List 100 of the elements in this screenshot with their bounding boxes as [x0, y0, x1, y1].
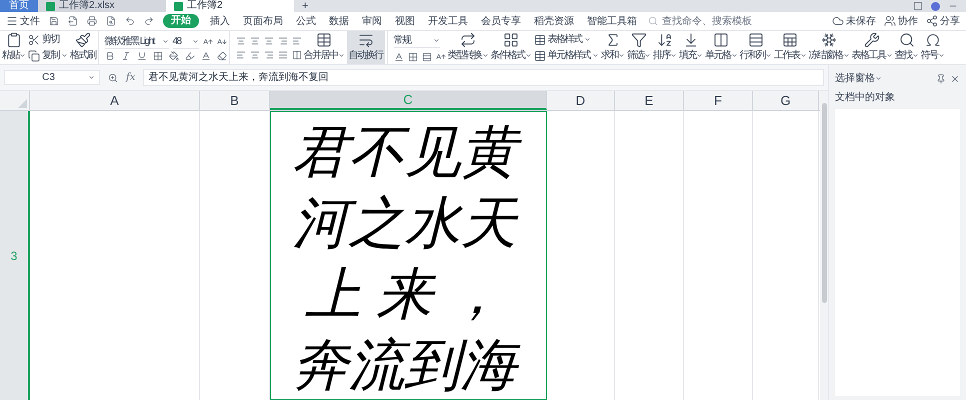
caret-icon [842, 52, 850, 59]
font-size-field[interactable]: 48 [172, 34, 198, 48]
tab-label: 工作簿2 [187, 1, 223, 11]
redo-icon[interactable] [144, 16, 154, 26]
undo-icon[interactable] [125, 16, 135, 26]
menu-tab[interactable]: 数据 [327, 14, 351, 28]
cell-text: 河之水天 [292, 190, 520, 256]
caret-icon [765, 52, 772, 59]
toolbar-button[interactable]: 分享 [926, 14, 960, 28]
menu-tab[interactable]: 插入 [208, 14, 232, 28]
menu-tab[interactable]: 稻壳资源 [532, 14, 576, 28]
close-icon[interactable] [950, 74, 960, 84]
export-icon[interactable] [68, 16, 78, 26]
toolbar-button[interactable]: 未保存 [832, 14, 876, 28]
bold-icon[interactable] [104, 50, 114, 60]
merge-center-button[interactable]: 合并居中 [304, 31, 344, 64]
caret-icon [88, 74, 95, 81]
highlight-icon[interactable] [184, 50, 194, 60]
shrink-font-icon[interactable] [216, 36, 226, 46]
spreadsheet-icon [46, 2, 55, 10]
caret-icon [162, 38, 168, 44]
ribbon-button[interactable]: 符号 [920, 31, 944, 64]
column-header[interactable]: G [753, 91, 819, 110]
align-right-icon[interactable] [264, 50, 274, 60]
column-header[interactable]: D [547, 91, 615, 110]
omega-icon [924, 32, 940, 48]
ribbon-button[interactable]: 查找 [894, 31, 918, 64]
column-header[interactable]: F [684, 91, 753, 110]
ribbon-button[interactable]: 冻结窗格 [808, 31, 850, 64]
zoom-icon[interactable] [108, 72, 118, 82]
ribbon-button[interactable]: 求和 [601, 31, 625, 64]
caret-icon [938, 52, 944, 59]
menu-tab[interactable]: 审阅 [360, 14, 384, 28]
copy-button[interactable]: 复制 [28, 50, 68, 62]
ribbon-button[interactable]: 填充 [679, 31, 703, 64]
italic-icon[interactable] [120, 50, 130, 60]
grow-font-icon[interactable] [202, 36, 212, 46]
underline-icon[interactable] [136, 50, 146, 60]
cut-button[interactable]: 剪切 [28, 34, 68, 46]
document-tab[interactable]: 首页 [0, 0, 38, 12]
share-icon [926, 15, 938, 27]
caret-icon [482, 52, 488, 59]
function-label[interactable]: fx [126, 70, 136, 85]
font-name-field[interactable]: 微软雅黑 Light [104, 34, 168, 48]
ribbon-button[interactable]: 工作表 [774, 31, 806, 64]
ribbon-button[interactable]: 筛选 [627, 31, 651, 64]
justify-icon[interactable] [278, 50, 288, 60]
border-icon[interactable] [152, 50, 162, 60]
ribbon-button[interactable]: 条件格式 [490, 31, 532, 64]
pin-icon[interactable] [936, 74, 946, 84]
column-header[interactable]: A [30, 91, 200, 110]
wrap-text-button[interactable]: 自动换行 [346, 31, 384, 64]
ribbon-button[interactable]: 排序 [653, 31, 677, 64]
caret-icon [618, 52, 625, 59]
ribbon-button[interactable]: 单元格样式 [534, 50, 599, 62]
ribbon-button[interactable]: 表格样式 [534, 34, 599, 46]
format-painter-button[interactable]: 格式刷 [70, 31, 96, 64]
fill-color-icon[interactable] [168, 50, 178, 60]
cell-text: 君不见黄 [288, 116, 528, 187]
document-tab[interactable]: 工作簿2.xlsx [38, 0, 166, 12]
formula-field[interactable]: 君不见黄河之水天上来，奔流到海不复回 [143, 69, 824, 86]
search-field[interactable]: 查找命令、搜索模板 [648, 14, 758, 28]
toolbar-button[interactable]: 协作 [884, 14, 918, 28]
align-center-icon[interactable] [250, 50, 260, 60]
selected-cell[interactable]: 君不见黄 河之水天 上 来 ， 奔流到海 [270, 111, 547, 400]
spreadsheet-icon [174, 2, 183, 10]
menu-tab[interactable]: 视图 [393, 14, 417, 28]
ribbon-button[interactable]: 表格工具 [852, 31, 892, 64]
align-left-icon[interactable] [236, 50, 246, 60]
menu-tab[interactable]: 会员专享 [479, 14, 523, 28]
file-menu[interactable]: 文件 [6, 14, 40, 28]
print-icon[interactable] [87, 16, 97, 26]
avatar-icon[interactable] [931, 2, 940, 10]
preview-icon[interactable] [106, 16, 116, 26]
column-header[interactable]: E [615, 91, 684, 110]
convert-button[interactable]: 类型转换 [448, 31, 488, 64]
menu-tab[interactable]: 开发工具 [426, 14, 470, 28]
caret-icon [19, 52, 26, 59]
paste-button[interactable]: 粘贴 [2, 31, 26, 64]
document-tab[interactable]: 工作簿2 [166, 0, 294, 12]
window-icon[interactable] [913, 1, 923, 11]
number-format-field[interactable]: 常规 [394, 34, 440, 48]
font-color-icon[interactable] [200, 50, 210, 60]
caret-icon [886, 52, 892, 59]
menu-tab[interactable]: 公式 [294, 14, 318, 28]
filter-icon [631, 32, 647, 48]
vertical-scrollbar[interactable] [820, 91, 828, 400]
eraser-icon[interactable] [216, 50, 226, 60]
new-tab-button[interactable]: + [294, 0, 316, 12]
save-icon[interactable] [49, 16, 59, 26]
ribbon-button[interactable]: 单元格 [705, 31, 738, 64]
table-icon [534, 50, 546, 62]
ribbon-button[interactable]: 行和列 [740, 31, 772, 64]
name-box[interactable]: C3 [4, 70, 100, 85]
search-icon [648, 16, 658, 26]
pane-title[interactable]: 选择窗格 [835, 71, 882, 86]
menu-tab[interactable]: 智能工具箱 [585, 14, 639, 28]
caret-icon [800, 52, 806, 59]
wrench-icon [864, 32, 880, 48]
menu-tab[interactable]: 页面布局 [241, 14, 285, 28]
